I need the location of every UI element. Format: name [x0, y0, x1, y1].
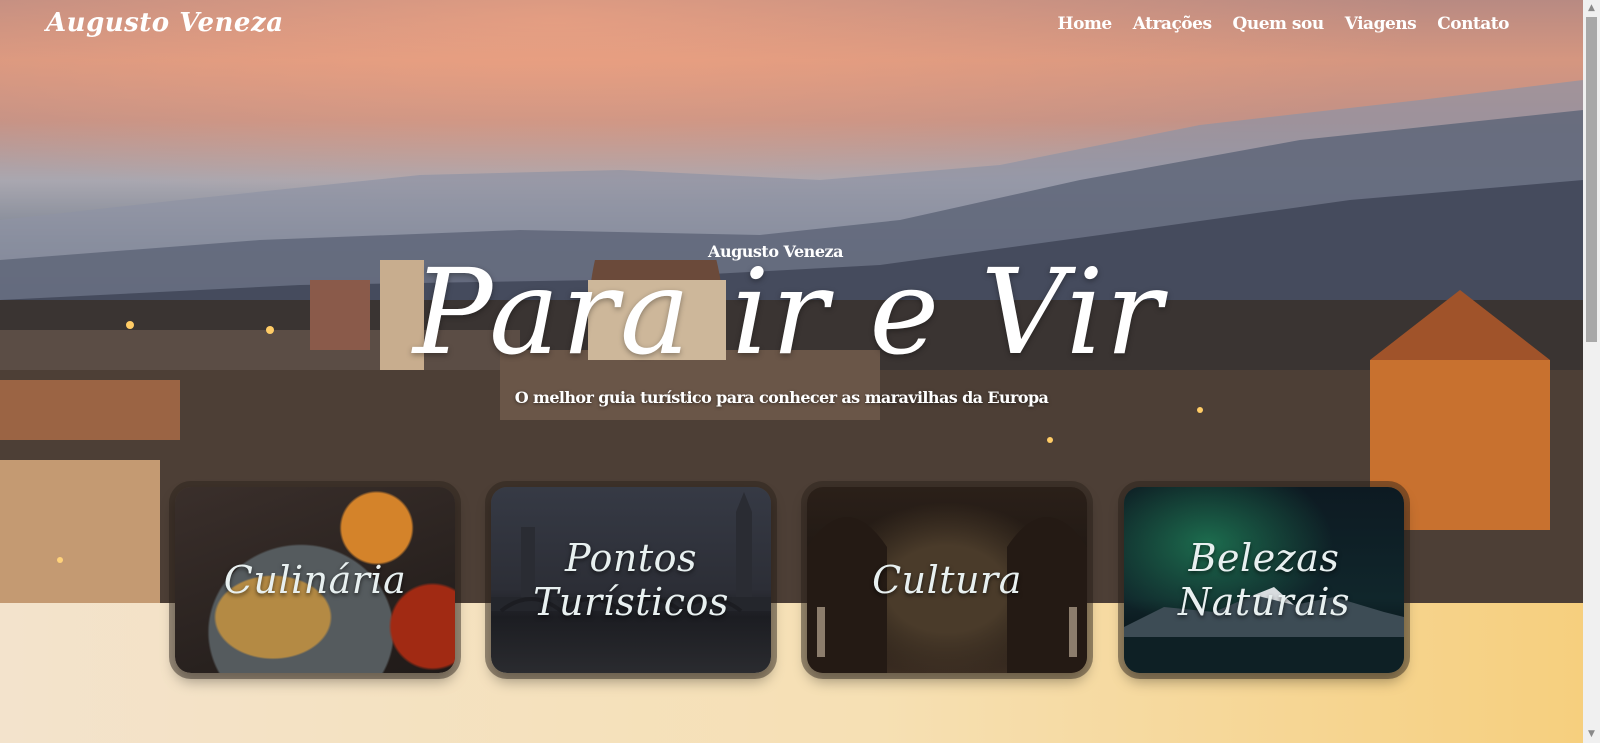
nav-atracoes[interactable]: Atrações [1133, 14, 1212, 34]
card-belezas-naturais[interactable]: Belezas Naturais [1124, 487, 1404, 673]
hero-tagline: O melhor guia turístico para conhecer as… [514, 388, 1049, 407]
page-scrollbar[interactable]: ▲ ▼ [1583, 0, 1600, 743]
nav-viagens[interactable]: Viagens [1345, 14, 1417, 34]
scroll-down-icon[interactable]: ▼ [1583, 726, 1600, 743]
card-label: Belezas Naturais [1177, 536, 1351, 624]
nav-quem-sou[interactable]: Quem sou [1233, 14, 1325, 34]
brand-logo[interactable]: Augusto Veneza [46, 8, 284, 38]
card-label: Pontos Turísticos [533, 536, 729, 624]
nav-home[interactable]: Home [1058, 14, 1113, 34]
card-pontos-turisticos[interactable]: Pontos Turísticos [491, 487, 771, 673]
scroll-up-icon[interactable]: ▲ [1583, 0, 1600, 17]
scroll-thumb[interactable] [1586, 17, 1597, 342]
nav-contato[interactable]: Contato [1437, 14, 1509, 34]
card-culinaria[interactable]: Culinária [175, 487, 455, 673]
hero-headline: Para ir e Vir [413, 243, 1164, 381]
card-label: Culinária [223, 558, 407, 602]
main-nav: Home Atrações Quem sou Viagens Contato [1037, 14, 1510, 34]
card-label: Cultura [872, 558, 1022, 602]
card-cultura[interactable]: Cultura [807, 487, 1087, 673]
